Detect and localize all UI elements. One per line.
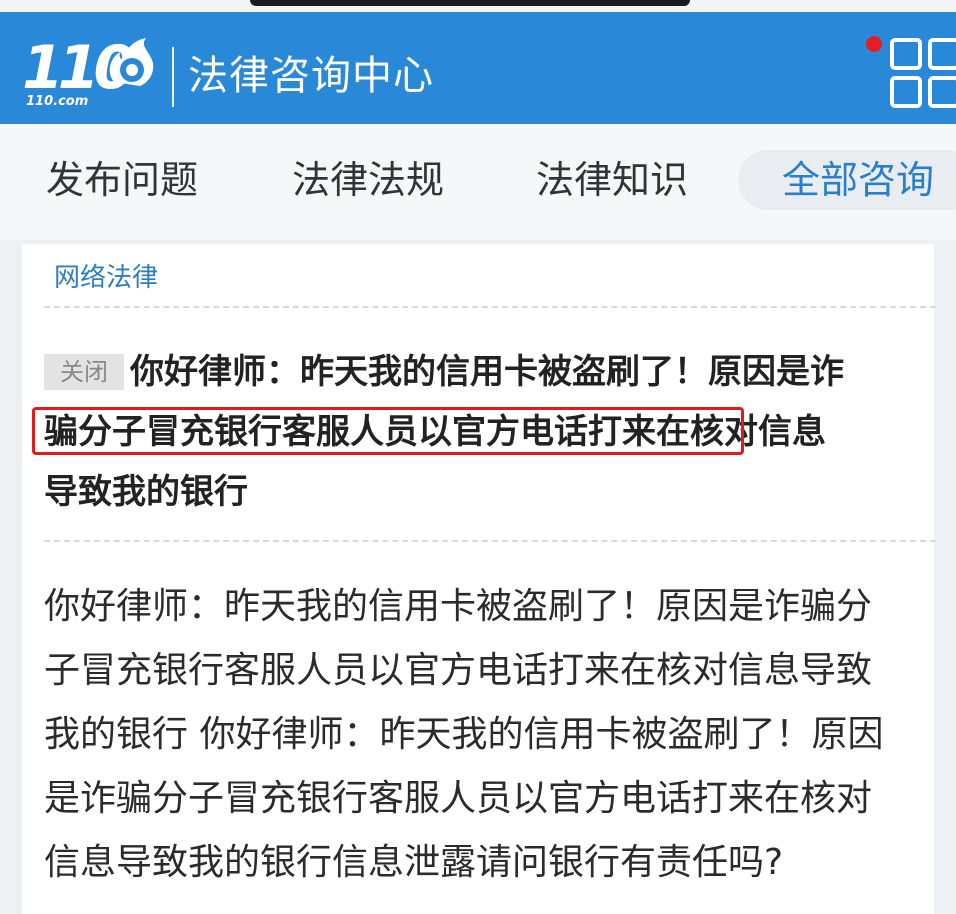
question-body-line: 子冒充银行客服人员以官方电话打来在核对信息导致	[44, 650, 873, 691]
category-link[interactable]: 网络法律	[54, 260, 158, 296]
notification-dot	[866, 36, 882, 52]
question-card: 网络法律 关闭 你好律师：昨天我的信用卡被盗刷了！原因是诈 骗分子冒充银行客服人…	[22, 244, 936, 914]
divider	[44, 306, 936, 308]
divider	[44, 540, 936, 542]
status-strip	[0, 0, 956, 12]
question-body-line: 你好律师：昨天我的信用卡被盗刷了！原因是诈骗分	[44, 586, 873, 627]
highlight-annotation-box	[32, 407, 744, 455]
menu-grid-icon[interactable]	[888, 36, 956, 116]
logo-domain: 110.com	[26, 94, 89, 109]
question-body-line: 信息导致我的银行信息泄露请问银行有责任吗?	[44, 842, 784, 883]
question-body-line: 是诈骗分子冒充银行客服人员以官方电话打来在核对	[44, 778, 873, 819]
question-title-line-1[interactable]: 你好律师：昨天我的信用卡被盗刷了！原因是诈	[130, 342, 844, 402]
tab-laws-regulations[interactable]: 法律法规	[292, 152, 444, 208]
nav-tabs: 发布问题 法律法规 法律知识 全部咨询	[0, 124, 956, 240]
tab-legal-knowledge[interactable]: 法律知识	[536, 152, 688, 208]
tab-post-question[interactable]: 发布问题	[46, 152, 198, 208]
flame-icon	[109, 38, 154, 86]
site-logo[interactable]: 110 110.com	[22, 26, 162, 116]
question-title-line-3[interactable]: 导致我的银行	[44, 462, 248, 522]
app-header: 110 110.com 法律咨询中心	[0, 12, 956, 124]
status-badge: 关闭	[44, 354, 124, 390]
tab-all-consultations[interactable]: 全部咨询	[782, 152, 934, 208]
header-divider	[172, 47, 174, 107]
question-body-line: 我的银行 你好律师：昨天我的信用卡被盗刷了！原因	[44, 714, 884, 755]
page-title: 法律咨询中心	[188, 53, 434, 99]
phone-notch	[250, 0, 690, 6]
